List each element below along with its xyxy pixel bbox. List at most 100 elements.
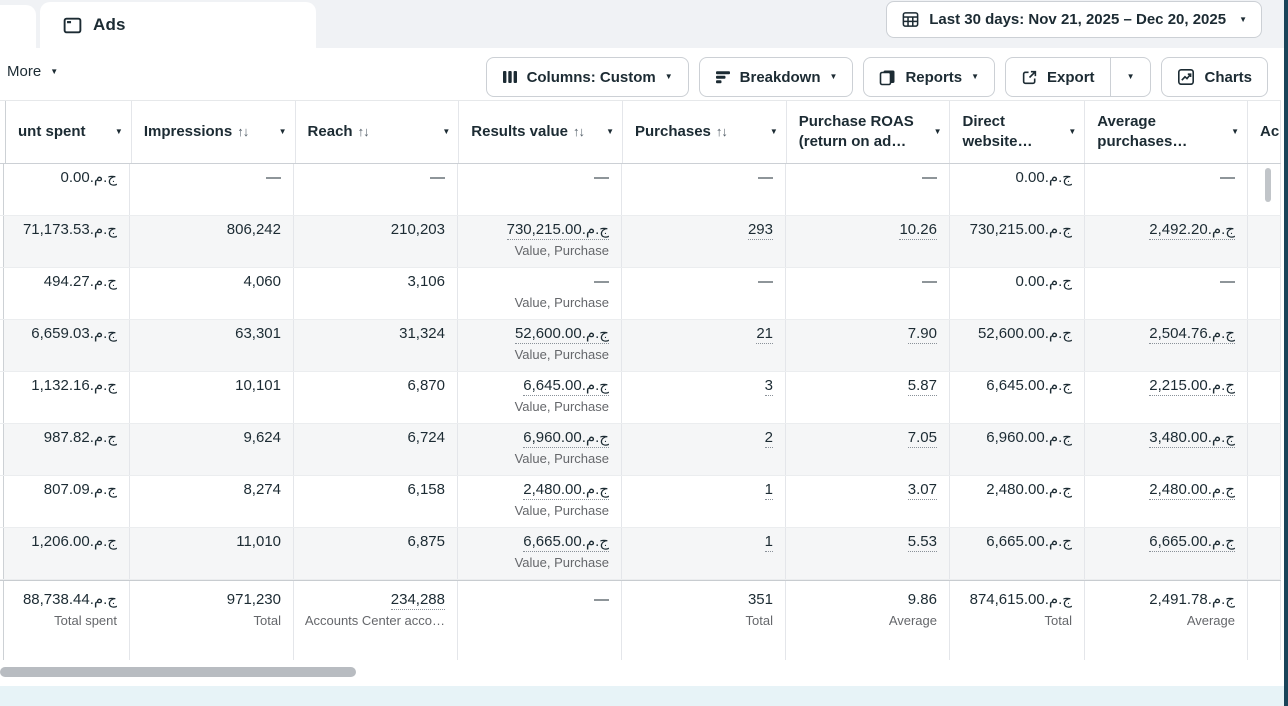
totals-row: 88,738.44ج.م.‏Total spent971,230Total234… [0, 580, 1281, 660]
cell-value: 1,132.16ج.م.‏ [10, 376, 117, 396]
column-header-average[interactable]: Average purchases…▼ [1085, 101, 1248, 163]
cell-roas: 5.53 [786, 528, 950, 579]
ads-manager-screen: Ads Last 30 days: Nov 21, 2025 – Dec 20,… [0, 0, 1288, 706]
cell-value: 6,665.00ج.م.‏ [956, 532, 1072, 552]
columns-icon [502, 69, 518, 85]
cell-value: 351 [628, 590, 773, 610]
column-header-results[interactable]: Results value↑↓ ▼ [459, 101, 623, 163]
export-split-button: Export ▼ [1005, 57, 1151, 97]
charts-label: Charts [1204, 69, 1252, 86]
cell-value: 1,206.00ج.م.‏ [10, 532, 117, 552]
cell-reach: 6,870 [294, 372, 458, 423]
date-range-label: Last 30 days: Nov 21, 2025 – Dec 20, 202… [929, 11, 1226, 28]
cell-amount: 1,206.00ج.م.‏ [4, 528, 130, 579]
reports-button[interactable]: Reports ▼ [863, 57, 995, 97]
cell-value: 88,738.44ج.م.‏ [10, 590, 117, 610]
cell-amount: 71,173.53ج.م.‏ [4, 216, 130, 267]
totals-cell-average: 2,491.78ج.م.‏Average [1085, 581, 1248, 660]
column-header-purchases[interactable]: Purchases↑↓ ▼ [623, 101, 787, 163]
table-header-row: unt spent▼Impressions↑↓▼Reach↑↓▼Results … [0, 100, 1281, 164]
breakdown-button[interactable]: Breakdown ▼ [699, 57, 854, 97]
chevron-down-icon[interactable]: ▼ [770, 122, 778, 142]
tab-bar: Ads Last 30 days: Nov 21, 2025 – Dec 20,… [0, 0, 1288, 48]
charts-button[interactable]: Charts [1161, 57, 1268, 97]
table-row: 987.82ج.م.‏9,6246,7246,960.00ج.م.‏Value,… [0, 424, 1281, 476]
cell-results: 52,600.00ج.م.‏Value, Purchase [458, 320, 622, 371]
columns-button[interactable]: Columns: Custom ▼ [486, 57, 689, 97]
cell-sublabel: Total [628, 612, 773, 629]
column-label: Direct website… [962, 112, 1064, 152]
cell-value: 1 [628, 532, 773, 552]
sort-icon[interactable]: ↑↓ [573, 122, 584, 142]
cell-value: 730,215.00ج.م.‏ [956, 220, 1072, 240]
chevron-down-icon[interactable]: ▼ [606, 122, 614, 142]
sort-icon[interactable]: ↑↓ [716, 122, 727, 142]
column-header-amount[interactable]: unt spent▼ [6, 101, 132, 163]
export-options-caret[interactable]: ▼ [1110, 58, 1151, 96]
export-button[interactable]: Export [1006, 58, 1110, 96]
column-header-reach[interactable]: Reach↑↓▼ [296, 101, 460, 163]
cell-sublabel: Average [792, 612, 937, 629]
tab-partial[interactable] [0, 5, 36, 48]
cell-value: 6,659.03ج.م.‏ [10, 324, 117, 344]
chevron-down-icon[interactable]: ▼ [442, 122, 450, 142]
table-row: 1,206.00ج.م.‏11,0106,8756,665.00ج.م.‏Val… [0, 528, 1281, 580]
export-label: Export [1047, 69, 1095, 86]
column-header-roas[interactable]: Purchase ROAS (return on ad…▼ [787, 101, 951, 163]
column-header-extra[interactable]: Ac [1248, 101, 1281, 163]
cell-extra [1248, 372, 1281, 423]
cell-value: 7.05 [792, 428, 937, 448]
cell-purchases: — [622, 268, 786, 319]
cell-impressions: 10,101 [130, 372, 294, 423]
chevron-down-icon: ▼ [665, 73, 673, 81]
cell-value: — [300, 168, 445, 188]
cell-sublabel: Total [956, 612, 1072, 629]
cell-average: 2,215.00ج.م.‏ [1085, 372, 1248, 423]
cell-reach: — [294, 164, 458, 215]
date-range-button[interactable]: Last 30 days: Nov 21, 2025 – Dec 20, 202… [886, 1, 1262, 38]
sort-icon[interactable]: ↑↓ [358, 122, 369, 142]
cell-average: 2,480.00ج.م.‏ [1085, 476, 1248, 527]
column-header-direct[interactable]: Direct website…▼ [950, 101, 1085, 163]
cell-value: 1 [628, 480, 773, 500]
vertical-scrollbar[interactable] [1265, 168, 1271, 202]
more-dropdown[interactable]: More ▼ [7, 63, 58, 80]
cell-value: 11,010 [136, 532, 281, 552]
cell-value: 3,106 [300, 272, 445, 292]
cell-purchases: 1 [622, 476, 786, 527]
chevron-down-icon[interactable]: ▼ [279, 122, 287, 142]
tab-ads[interactable]: Ads [40, 2, 316, 48]
cell-value: 4,060 [136, 272, 281, 292]
chevron-down-icon[interactable]: ▼ [115, 122, 123, 142]
chevron-down-icon[interactable]: ▼ [1068, 122, 1076, 142]
column-header-impressions[interactable]: Impressions↑↓▼ [132, 101, 296, 163]
column-label: Purchases [635, 122, 711, 142]
cell-value: 6,870 [300, 376, 445, 396]
cell-sublabel: Value, Purchase [464, 398, 609, 415]
sort-icon[interactable]: ↑↓ [237, 122, 248, 142]
more-label: More [7, 63, 41, 80]
cell-value: — [792, 168, 937, 188]
cell-value: 2,504.76ج.م.‏ [1091, 324, 1235, 344]
chevron-down-icon[interactable]: ▼ [1231, 122, 1239, 142]
cell-value: 210,203 [300, 220, 445, 240]
cell-roas: 3.07 [786, 476, 950, 527]
metrics-table: unt spent▼Impressions↑↓▼Reach↑↓▼Results … [0, 100, 1281, 660]
cell-value: 10,101 [136, 376, 281, 396]
cell-sublabel: Accounts Center acco… [300, 612, 445, 629]
totals-cell-impressions: 971,230Total [130, 581, 294, 660]
cell-sublabel: Value, Purchase [464, 502, 609, 519]
horizontal-scrollbar[interactable] [0, 667, 356, 677]
column-label: Results value [471, 122, 568, 142]
reports-icon [879, 69, 896, 86]
cell-amount: 0.00ج.م.‏ [4, 164, 130, 215]
cell-results: 730,215.00ج.م.‏Value, Purchase [458, 216, 622, 267]
cell-results: 6,665.00ج.م.‏Value, Purchase [458, 528, 622, 579]
cell-sublabel: Total [136, 612, 281, 629]
chevron-down-icon[interactable]: ▼ [934, 122, 942, 142]
table-row: 71,173.53ج.م.‏806,242210,203730,215.00ج.… [0, 216, 1281, 268]
column-label: Average purchases… [1097, 112, 1227, 152]
cell-value: 2 [628, 428, 773, 448]
totals-cell-results: — [458, 581, 622, 660]
cell-average: 2,492.20ج.م.‏ [1085, 216, 1248, 267]
